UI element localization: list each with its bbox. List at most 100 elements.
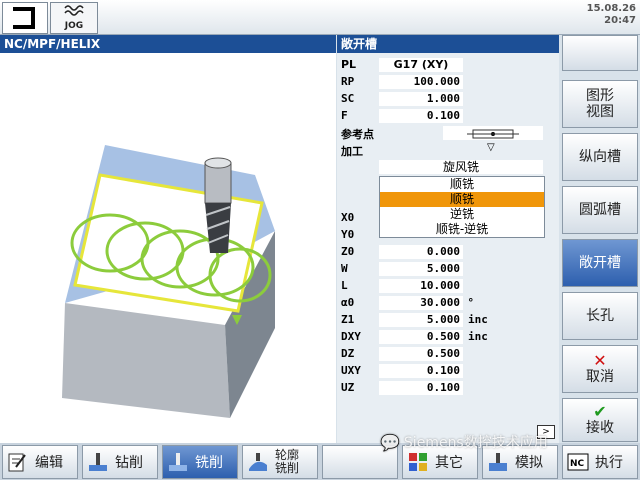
- parameter-form: PL G17 (XY) RP 100.000 SC 1.000 F 0.100 …: [337, 53, 559, 443]
- param-label: UZ: [341, 381, 355, 394]
- param-label: SC: [341, 92, 355, 105]
- param-f[interactable]: F 0.100: [337, 108, 559, 124]
- datetime: 15.08.26 20:47: [587, 3, 636, 27]
- return-icon: [13, 7, 35, 29]
- dropdown-option[interactable]: 顺铣: [380, 177, 544, 192]
- dropdown-option-selected[interactable]: 顺铣: [380, 192, 544, 207]
- softkey-milling[interactable]: 铣削: [162, 445, 238, 479]
- param-label: Z0: [341, 245, 355, 258]
- wave-icon: [64, 5, 84, 16]
- cycle-title: 敞开槽: [337, 35, 559, 53]
- param-label: Y0: [341, 228, 355, 241]
- param-z1[interactable]: Z1 5.000 inc: [337, 312, 559, 328]
- param-unit: inc: [468, 330, 488, 343]
- accept-label: 接收: [586, 420, 614, 436]
- softkey-longitudinal-slot[interactable]: 纵向槽: [562, 133, 638, 181]
- top-bar: JOG 15.08.26 20:47: [0, 0, 640, 35]
- param-label: UXY: [341, 364, 361, 377]
- back-button[interactable]: [2, 2, 48, 34]
- param-label: X0: [341, 211, 355, 224]
- param-label: PL: [341, 58, 357, 71]
- other-icon: [409, 453, 427, 471]
- param-alpha0[interactable]: α0 30.000 °: [337, 295, 559, 311]
- softkey-circular-slot[interactable]: 圆弧槽: [562, 186, 638, 234]
- softkey-blank-1[interactable]: [562, 35, 638, 71]
- param-value[interactable]: 100.000: [379, 75, 463, 89]
- param-machining[interactable]: 加工 ▽: [337, 142, 559, 158]
- param-value[interactable]: 0.000: [379, 245, 463, 259]
- time-text: 20:47: [604, 15, 636, 26]
- machining-value[interactable]: 旋风铣: [379, 160, 543, 174]
- param-dz[interactable]: DZ 0.500: [337, 346, 559, 362]
- param-uxy[interactable]: UXY 0.100: [337, 363, 559, 379]
- param-label: W: [341, 262, 348, 275]
- slot-helix-illustration: [62, 145, 275, 418]
- param-l[interactable]: L 10.000: [337, 278, 559, 294]
- param-value[interactable]: 5.000: [379, 313, 463, 327]
- contour-label: 轮廓 铣削: [275, 448, 300, 475]
- cancel-label: 取消: [586, 369, 614, 385]
- param-pl[interactable]: PL G17 (XY): [337, 57, 559, 73]
- program-path: NC/MPF/HELIX: [0, 35, 336, 53]
- param-label: 参考点: [341, 128, 374, 141]
- drill-icon: [89, 453, 107, 471]
- date-text: 15.08.26: [586, 3, 636, 14]
- param-label: L: [341, 279, 348, 292]
- watermark-text: Siemens数控技术应用: [403, 435, 548, 451]
- param-value[interactable]: 0.500: [379, 330, 463, 344]
- mill-label: 铣削: [195, 455, 223, 471]
- wechat-icon: 💬: [380, 432, 400, 452]
- drill-label: 钻削: [115, 455, 143, 471]
- softkey-contour-milling[interactable]: 轮廓 铣削: [242, 445, 318, 479]
- param-w[interactable]: W 5.000: [337, 261, 559, 277]
- nc-execute-icon: NC: [567, 453, 589, 471]
- param-sc[interactable]: SC 1.000: [337, 91, 559, 107]
- jog-mode-button[interactable]: JOG: [50, 2, 98, 34]
- param-value[interactable]: 10.000: [379, 279, 463, 293]
- param-label: RP: [341, 75, 355, 88]
- reference-point-selector[interactable]: [443, 126, 543, 140]
- close-icon: ✕: [593, 351, 607, 370]
- param-machining-value[interactable]: 旋风铣: [337, 159, 559, 175]
- param-label: DXY: [341, 330, 361, 343]
- softkey-drilling[interactable]: 钻削: [82, 445, 158, 479]
- softkey-accept[interactable]: ✔ 接收: [562, 398, 638, 442]
- softkey-long-hole[interactable]: 长孔: [562, 292, 638, 340]
- param-unit: °: [468, 296, 474, 309]
- other-label: 其它: [435, 455, 463, 471]
- softkey-open-slot[interactable]: 敞开槽: [562, 239, 638, 287]
- param-rp[interactable]: RP 100.000: [337, 74, 559, 90]
- edit-icon: [8, 453, 26, 472]
- param-dxy[interactable]: DXY 0.500 inc: [337, 329, 559, 345]
- svg-text:NC: NC: [570, 459, 585, 469]
- reference-point-icon: [467, 129, 519, 139]
- mill-icon: [169, 453, 187, 471]
- watermark: 💬 Siemens数控技术应用: [380, 432, 548, 452]
- mode-label: JOG: [64, 21, 84, 31]
- param-value[interactable]: 5.000: [379, 262, 463, 276]
- param-value[interactable]: 1.000: [379, 92, 463, 106]
- param-value[interactable]: 0.100: [379, 364, 463, 378]
- softkey-cancel[interactable]: ✕ 取消: [562, 345, 638, 393]
- help-graphic: [0, 53, 336, 443]
- param-value[interactable]: G17 (XY): [379, 58, 463, 72]
- param-uz[interactable]: UZ 0.100: [337, 380, 559, 396]
- execute-label: 执行: [595, 455, 623, 471]
- param-reference[interactable]: 参考点: [337, 125, 559, 141]
- param-label: 加工: [341, 145, 363, 158]
- param-label: Z1: [341, 313, 355, 326]
- param-value[interactable]: 30.000: [379, 296, 463, 310]
- param-z0[interactable]: Z0 0.000: [337, 244, 559, 260]
- simulate-label: 模拟: [515, 455, 543, 471]
- param-value[interactable]: 0.100: [379, 109, 463, 123]
- softkey-graphic-view[interactable]: 图形 视图: [562, 80, 638, 128]
- edit-label: 编辑: [35, 455, 63, 471]
- block-front-face: [62, 303, 230, 418]
- param-label: DZ: [341, 347, 355, 360]
- param-value[interactable]: 0.100: [379, 381, 463, 395]
- softkey-execute[interactable]: NC 执行: [562, 445, 638, 479]
- param-value[interactable]: 0.500: [379, 347, 463, 361]
- contour-icon: [249, 453, 267, 471]
- softkey-edit[interactable]: 编辑: [2, 445, 78, 479]
- simulate-icon: [489, 453, 507, 471]
